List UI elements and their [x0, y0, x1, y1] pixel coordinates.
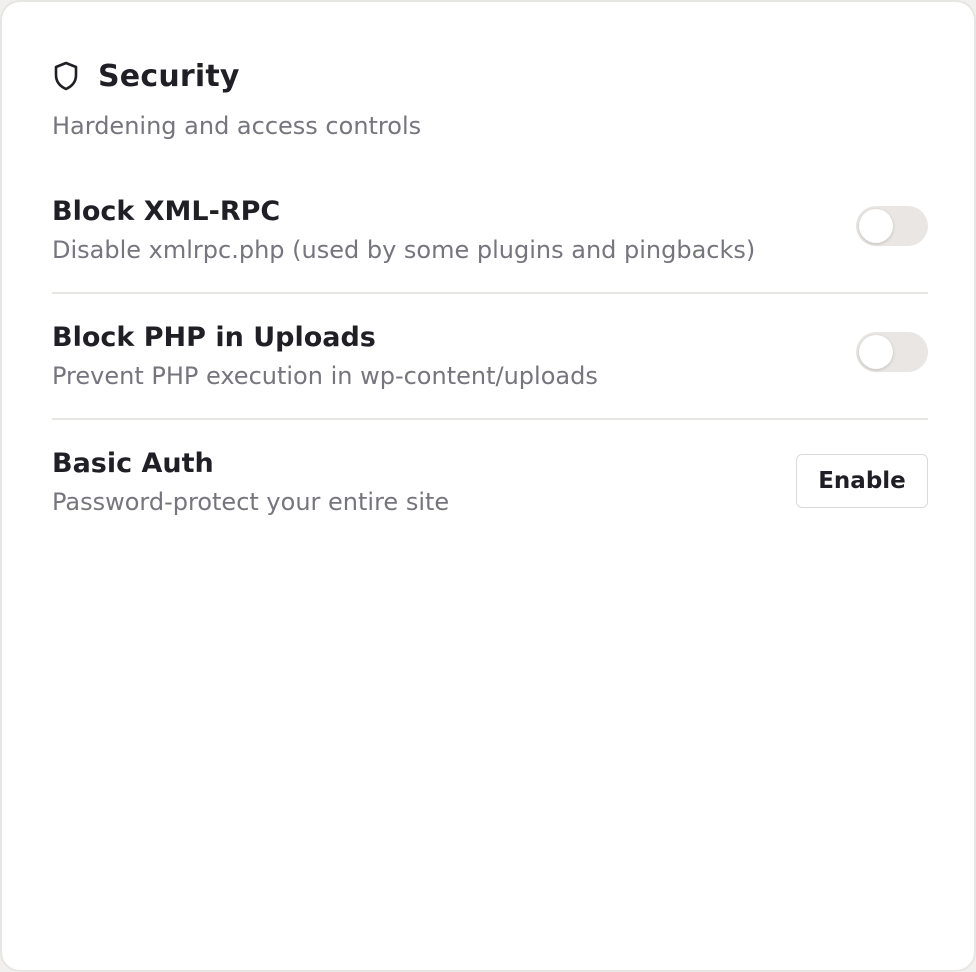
toggle-knob	[859, 335, 893, 369]
block-php-uploads-toggle[interactable]	[856, 332, 928, 372]
enable-basic-auth-button[interactable]: Enable	[796, 454, 928, 508]
setting-description: Prevent PHP execution in wp-content/uplo…	[52, 362, 598, 390]
shield-icon	[52, 60, 80, 92]
card-header: Security	[52, 58, 240, 94]
security-card: Security Hardening and access controls B…	[0, 0, 976, 972]
setting-description: Disable xmlrpc.php (used by some plugins…	[52, 236, 756, 264]
setting-row-block-xmlrpc: Block XML-RPC Disable xmlrpc.php (used b…	[52, 196, 928, 322]
divider	[52, 418, 928, 420]
setting-row-block-php-uploads: Block PHP in Uploads Prevent PHP executi…	[52, 322, 928, 448]
setting-title: Basic Auth	[52, 448, 214, 479]
card-title: Security	[98, 58, 240, 94]
divider	[52, 292, 928, 294]
setting-description: Password-protect your entire site	[52, 488, 450, 516]
setting-title: Block XML-RPC	[52, 196, 281, 227]
block-xmlrpc-toggle[interactable]	[856, 206, 928, 246]
toggle-knob	[859, 209, 893, 243]
card-subtitle: Hardening and access controls	[52, 112, 422, 140]
setting-row-basic-auth: Basic Auth Password-protect your entire …	[52, 448, 928, 574]
setting-title: Block PHP in Uploads	[52, 322, 376, 353]
